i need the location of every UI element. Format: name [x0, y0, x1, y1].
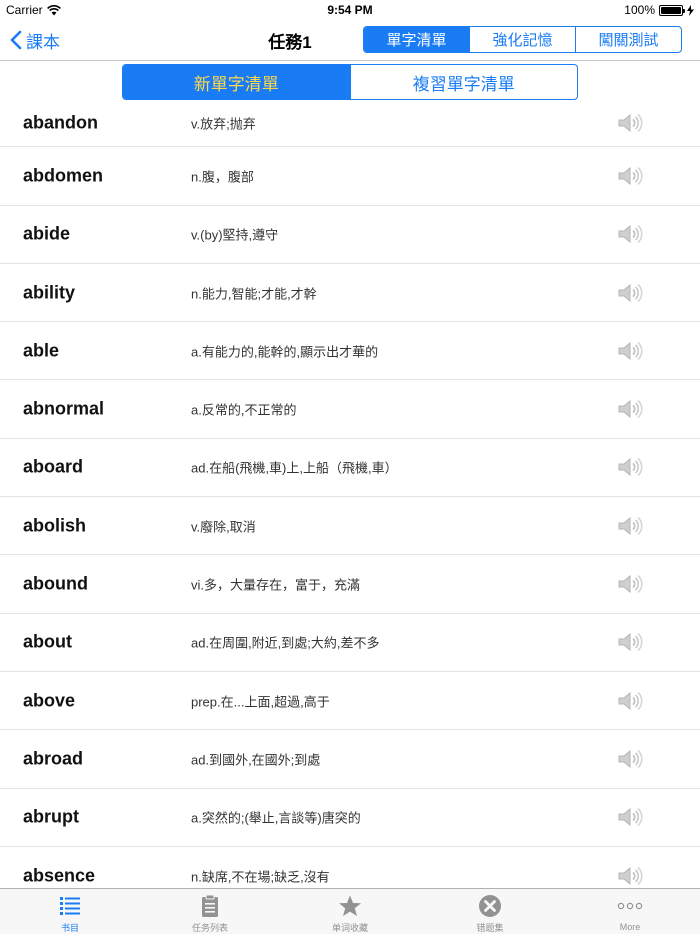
list-icon	[57, 893, 83, 918]
word-list-type-segmented-control: 新單字清單 複習單字清單	[122, 64, 578, 100]
tab-more[interactable]: More	[560, 889, 700, 934]
clipboard-icon	[197, 893, 223, 918]
word-row[interactable]: about ad.在周圍,附近,到處;大約,差不多	[0, 614, 700, 672]
more-dots-icon	[617, 893, 643, 919]
word-row[interactable]: absence n.缺席,不在場;缺乏,沒有	[0, 847, 700, 888]
word-meaning: n.腹，腹部	[191, 169, 254, 185]
word-meaning: n.缺席,不在場;缺乏,沒有	[191, 869, 330, 884]
nav-divider	[0, 60, 700, 61]
mode-segmented-control: 單字清單 強化記憶 闖關測試	[363, 26, 682, 53]
word-text: absence	[23, 865, 96, 885]
status-time: 9:54 PM	[327, 3, 373, 17]
word-text: abrupt	[23, 806, 79, 827]
tab-label: 任务列表	[191, 923, 228, 933]
battery-icon	[659, 4, 685, 16]
back-button[interactable]: 課本	[10, 26, 60, 54]
segment-word-list[interactable]: 單字清單	[364, 27, 469, 52]
carrier-label: Carrier	[6, 3, 43, 17]
segment-level-test[interactable]: 闖關測試	[575, 27, 681, 52]
speaker-icon[interactable]	[617, 223, 643, 245]
speaker-icon[interactable]	[617, 806, 643, 828]
word-row[interactable]: abnormal a.反常的,不正常的	[0, 380, 700, 439]
word-text: abroad	[23, 748, 84, 769]
word-row[interactable]: ability n.能力,智能;才能,才幹	[0, 264, 700, 323]
star-icon	[337, 893, 363, 918]
word-meaning: ad.到國外,在國外;到處	[191, 752, 321, 768]
word-text: abdomen	[23, 165, 104, 186]
word-text: about	[23, 631, 72, 652]
word-meaning: prep.在...上面,超過,高于	[191, 694, 330, 710]
word-text: abnormal	[23, 398, 105, 419]
word-row[interactable]: abound vi.多，大量存在，富于，充滿	[0, 555, 700, 614]
speaker-icon[interactable]	[617, 631, 643, 653]
tab-label: More	[619, 922, 641, 932]
word-meaning: a.反常的,不正常的	[191, 402, 297, 418]
speaker-icon[interactable]	[617, 690, 643, 712]
word-meaning: v.放弃;抛弃	[191, 116, 256, 132]
tab-books[interactable]: 书目	[0, 889, 140, 934]
tab-label: 错题集	[476, 923, 504, 933]
segment-review-words[interactable]: 複習單字清單	[349, 65, 578, 99]
word-text: abound	[23, 573, 88, 594]
word-meaning: v.廢除,取消	[191, 519, 256, 535]
charging-bolt-icon	[687, 4, 694, 16]
speaker-icon[interactable]	[617, 456, 643, 478]
navigation-bar: 課本 任務1 單字清單 強化記憶 闖關測試	[0, 20, 700, 60]
word-meaning: v.(by)堅持,遵守	[191, 227, 279, 243]
word-meaning: vi.多，大量存在，富于，充滿	[191, 577, 361, 593]
word-row[interactable]: abide v.(by)堅持,遵守	[0, 206, 700, 264]
speaker-icon[interactable]	[617, 340, 643, 362]
speaker-icon[interactable]	[617, 515, 643, 537]
chevron-left-icon	[10, 30, 22, 50]
word-row[interactable]: able a.有能力的,能幹的,顯示出才華的	[0, 322, 700, 381]
word-text: ability	[23, 282, 76, 303]
speaker-icon[interactable]	[617, 165, 643, 187]
word-text: able	[23, 340, 60, 361]
speaker-icon[interactable]	[617, 865, 643, 887]
word-row[interactable]: abrupt a.突然的;(舉止,言談等)唐突的	[0, 789, 700, 847]
word-text: abolish	[23, 515, 87, 536]
word-row[interactable]: abroad ad.到國外,在國外;到處	[0, 730, 700, 789]
word-row[interactable]: abdomen n.腹，腹部	[0, 147, 700, 206]
tab-wrong-questions[interactable]: 错题集	[420, 889, 560, 934]
word-meaning: ad.在船(飛機,車)上,上船（飛機,車）	[191, 460, 398, 476]
word-text: above	[23, 690, 76, 711]
back-button-label: 課本	[26, 32, 60, 52]
tab-word-favorites[interactable]: 单词收藏	[280, 889, 420, 934]
word-meaning: n.能力,智能;才能,才幹	[191, 286, 317, 302]
word-list[interactable]: abandon v.放弃;抛弃 abdomen n.腹，腹部 abide v.(by)堅持…	[0, 89, 700, 888]
page-title: 任務1	[268, 33, 312, 52]
tab-label: 书目	[60, 923, 79, 933]
word-text: abide	[23, 223, 71, 244]
word-row[interactable]: above prep.在...上面,超過,高于	[0, 672, 700, 731]
speaker-icon[interactable]	[617, 282, 643, 304]
speaker-icon[interactable]	[617, 748, 643, 770]
tab-label: 单词收藏	[331, 923, 368, 933]
word-text: aboard	[23, 456, 84, 477]
word-meaning: ad.在周圍,附近,到處;大約,差不多	[191, 635, 380, 651]
segment-new-words[interactable]: 新單字清單	[123, 65, 350, 99]
speaker-icon[interactable]	[617, 398, 643, 420]
speaker-icon[interactable]	[617, 112, 643, 134]
speaker-icon[interactable]	[617, 573, 643, 595]
segment-reinforce-memory[interactable]: 強化記憶	[469, 27, 575, 52]
x-circle-icon	[477, 893, 503, 918]
word-meaning: a.突然的;(舉止,言談等)唐突的	[191, 810, 361, 826]
tab-task-list[interactable]: 任务列表	[140, 889, 280, 934]
battery-percent: 100%	[624, 3, 655, 17]
status-bar: Carrier 9:54 PM 100%	[0, 0, 700, 20]
word-meaning: a.有能力的,能幹的,顯示出才華的	[191, 344, 379, 360]
wifi-icon	[46, 4, 61, 15]
word-text: abandon	[23, 112, 98, 133]
word-row[interactable]: aboard ad.在船(飛機,車)上,上船（飛機,車）	[0, 439, 700, 498]
tab-bar: 书目 任务列表 单词收藏 错题集 More	[0, 888, 700, 934]
word-row[interactable]: abolish v.廢除,取消	[0, 497, 700, 556]
